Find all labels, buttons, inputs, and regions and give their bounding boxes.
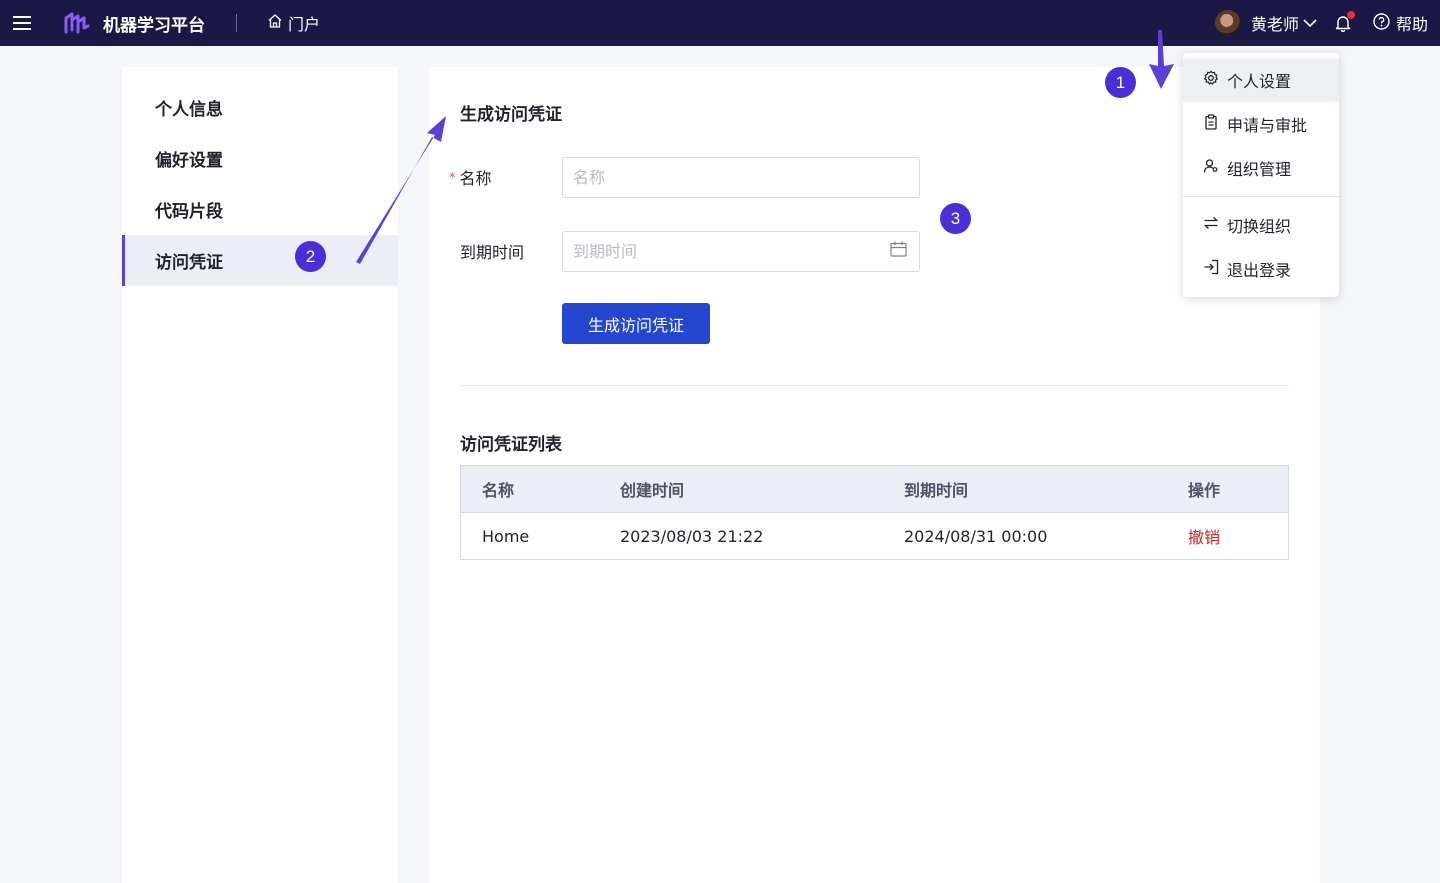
portal-label: 门户 <box>288 15 321 34</box>
name-input[interactable] <box>562 157 920 198</box>
platform-logo-icon[interactable] <box>63 9 91 37</box>
gear-icon <box>1203 70 1219 90</box>
sidebar-item-personal-info[interactable]: 个人信息 <box>122 82 398 133</box>
menu-item-label: 退出登录 <box>1227 261 1292 280</box>
annotation-badge-3: 3 <box>940 203 971 234</box>
section-divider <box>460 385 1289 386</box>
settings-sidebar: 个人信息 偏好设置 代码片段 访问凭证 <box>122 67 398 883</box>
menu-item-logout[interactable]: 退出登录 <box>1183 247 1339 291</box>
sidebar-item-code-snippets[interactable]: 代码片段 <box>122 184 398 235</box>
topbar-divider <box>236 14 237 32</box>
revoke-link[interactable]: 撤销 <box>1188 524 1220 548</box>
name-field-label: * 名称 <box>449 165 492 189</box>
token-table: 名称 创建时间 到期时间 操作 Home 2023/08/03 21:22 20… <box>460 465 1289 560</box>
notification-dot <box>1346 11 1355 19</box>
switch-arrows-icon <box>1203 215 1219 235</box>
user-avatar[interactable] <box>1214 10 1241 36</box>
menu-item-org-management[interactable]: 组织管理 <box>1183 146 1339 190</box>
name-label-text: 名称 <box>459 169 492 188</box>
help-label: 帮助 <box>1395 15 1428 34</box>
menu-item-personal-settings[interactable]: 个人设置 <box>1183 58 1339 102</box>
annotation-badge-2: 2 <box>295 241 326 272</box>
sidebar-item-preferences[interactable]: 偏好设置 <box>122 133 398 184</box>
chevron-down-icon[interactable] <box>1303 18 1317 28</box>
menu-item-switch-org[interactable]: 切换组织 <box>1183 203 1339 247</box>
notification-bell-icon[interactable] <box>1335 11 1355 32</box>
menu-divider <box>1183 196 1339 197</box>
user-name[interactable]: 黄老师 <box>1251 11 1299 35</box>
top-navbar: 机器学习平台 门户 黄老师 帮助 <box>0 0 1440 46</box>
sidebar-item-access-tokens[interactable]: 访问凭证 <box>122 235 398 286</box>
table-row: Home 2023/08/03 21:22 2024/08/31 00:00 撤… <box>461 513 1288 559</box>
generate-token-button[interactable]: 生成访问凭证 <box>562 303 710 344</box>
app-title[interactable]: 机器学习平台 <box>103 11 205 36</box>
help-link[interactable]: 帮助 <box>1373 11 1428 35</box>
portal-link[interactable]: 门户 <box>267 11 320 35</box>
required-mark: * <box>449 171 456 186</box>
token-created-cell: 2023/08/03 21:22 <box>620 526 764 546</box>
user-group-icon <box>1203 158 1219 178</box>
token-list-title: 访问凭证列表 <box>460 435 562 455</box>
table-header: 名称 创建时间 到期时间 操作 <box>461 466 1288 513</box>
expire-field-label: 到期时间 <box>460 243 525 262</box>
menu-item-label: 申请与审批 <box>1227 116 1308 135</box>
calendar-icon[interactable] <box>890 241 907 261</box>
column-header-created: 创建时间 <box>620 481 685 500</box>
menu-item-label: 切换组织 <box>1227 217 1292 236</box>
logout-icon <box>1203 259 1219 279</box>
menu-item-label: 组织管理 <box>1227 160 1292 179</box>
menu-item-label: 个人设置 <box>1227 72 1292 91</box>
home-icon <box>267 13 283 33</box>
annotation-badge-1: 1 <box>1105 67 1136 98</box>
column-header-actions: 操作 <box>1188 481 1221 500</box>
generate-token-title: 生成访问凭证 <box>460 105 562 125</box>
token-expires-cell: 2024/08/31 00:00 <box>904 526 1048 546</box>
column-header-name: 名称 <box>482 481 515 500</box>
menu-item-applications-approvals[interactable]: 申请与审批 <box>1183 102 1339 146</box>
user-dropdown-menu: 个人设置 申请与审批 组织管理 切换组织 退出登录 <box>1183 53 1339 297</box>
help-circle-icon <box>1373 12 1390 34</box>
token-name-cell: Home <box>482 526 530 546</box>
clipboard-icon <box>1203 114 1219 134</box>
expire-date-input[interactable] <box>562 231 920 272</box>
column-header-expires: 到期时间 <box>904 481 969 500</box>
hamburger-menu-icon[interactable] <box>0 0 44 46</box>
